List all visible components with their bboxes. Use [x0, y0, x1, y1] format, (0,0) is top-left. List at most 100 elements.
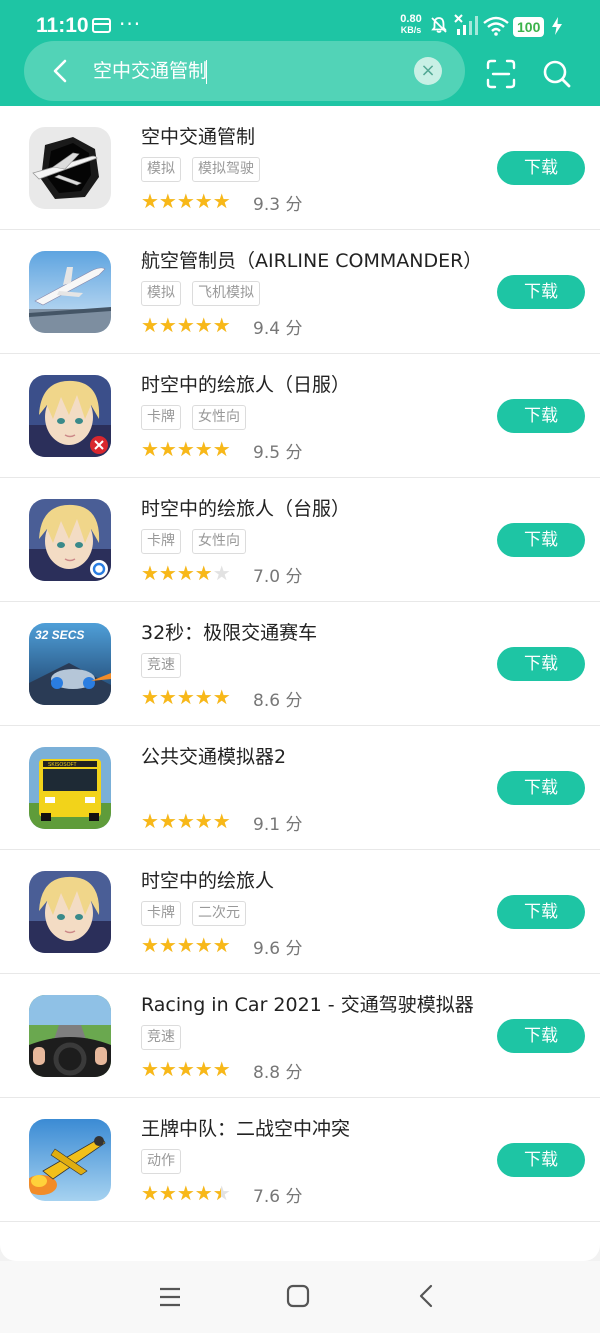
- list-item[interactable]: 航空管制员（AIRLINE COMMANDER） 模拟 飞机模拟 ★★★★★ ★…: [0, 230, 600, 354]
- app-rating: ★★★★★ ★★★★★ 7.0 分: [141, 562, 302, 587]
- list-item[interactable]: SKISOSOFT 公共交通模拟器2 ★★★★★ ★★★★★ 9.1 分 下载: [0, 726, 600, 850]
- star-rating: ★★★★★ ★★★★★: [141, 562, 241, 584]
- app-tag[interactable]: 模拟: [141, 281, 181, 306]
- app-icon-bus-simulator[interactable]: SKISOSOFT: [29, 747, 111, 829]
- app-score: 9.1 分: [253, 814, 303, 835]
- app-tag[interactable]: 模拟驾驶: [192, 157, 260, 182]
- search-input[interactable]: 空中交通管制: [93, 57, 207, 85]
- app-tags: 竞速: [141, 653, 181, 679]
- star-rating-filled: ★★★★★: [141, 686, 231, 708]
- star-rating-filled: ★★★★★: [141, 562, 211, 584]
- app-rating: ★★★★★ ★★★★★ 9.6 分: [141, 934, 303, 959]
- app-tag[interactable]: 飞机模拟: [192, 281, 260, 306]
- network-speed-value: 0.80: [400, 13, 422, 25]
- download-button[interactable]: 下载: [497, 1143, 585, 1177]
- app-tag[interactable]: 二次元: [192, 901, 246, 926]
- app-icon-ace-squadron[interactable]: [29, 1119, 111, 1201]
- app-name[interactable]: Racing in Car 2021 - 交通驾驶模拟器: [141, 990, 474, 1017]
- download-button[interactable]: 下载: [497, 771, 585, 805]
- star-rating: ★★★★★ ★★★★★: [141, 934, 241, 956]
- app-icon-air-traffic-control[interactable]: [29, 127, 111, 209]
- list-item[interactable]: 王牌中队：二战空中冲突 动作 ★★★★★ ★★★★★ 7.6 分 下载: [0, 1098, 600, 1222]
- app-score: 8.8 分: [253, 1062, 303, 1083]
- app-tag[interactable]: 卡牌: [141, 901, 181, 926]
- app-score: 9.5 分: [253, 442, 303, 463]
- app-tag[interactable]: 女性向: [192, 529, 246, 554]
- app-tag[interactable]: 模拟: [141, 157, 181, 182]
- star-rating: ★★★★★ ★★★★★: [141, 1058, 241, 1080]
- list-item[interactable]: 空中交通管制 模拟 模拟驾驶 ★★★★★ ★★★★★ 9.3 分 下载: [0, 106, 600, 230]
- star-rating-filled: ★★★★★: [141, 1182, 221, 1204]
- app-rating: ★★★★★ ★★★★★ 9.3 分: [141, 190, 302, 215]
- app-rating: ★★★★★ ★★★★★ 8.8 分: [141, 1058, 303, 1083]
- app-tag[interactable]: 女性向: [192, 405, 246, 430]
- app-icon-anime-character-tw[interactable]: [29, 499, 111, 581]
- app-icon-anime-character[interactable]: [29, 871, 111, 953]
- app-tag[interactable]: 卡牌: [141, 405, 181, 430]
- list-item[interactable]: Racing in Car 2021 - 交通驾驶模拟器 竞速 ★★★★★ ★★…: [0, 974, 600, 1098]
- app-name[interactable]: 32秒：极限交通赛车: [141, 618, 317, 645]
- star-rating: ★★★★★ ★★★★★: [141, 190, 241, 212]
- app-icon-32-secs[interactable]: 32 SECS: [29, 623, 111, 705]
- app-tags: 动作: [141, 1149, 181, 1175]
- search-icon[interactable]: [541, 58, 573, 90]
- app-name[interactable]: 时空中的绘旅人（日服）: [141, 370, 350, 397]
- app-icon-racing-in-car[interactable]: [29, 995, 111, 1077]
- star-rating-filled: ★★★★★: [141, 1058, 231, 1080]
- system-back-icon[interactable]: [414, 1283, 440, 1309]
- status-time: 11:10: [36, 14, 89, 37]
- app-icon-anime-character-jp[interactable]: [29, 375, 111, 457]
- app-tags: 模拟 模拟驾驶: [141, 157, 260, 183]
- app-tag[interactable]: 竞速: [141, 653, 181, 678]
- download-button[interactable]: 下载: [497, 399, 585, 433]
- download-button[interactable]: 下载: [497, 275, 585, 309]
- app-name[interactable]: 空中交通管制: [141, 122, 255, 149]
- app-score: 9.6 分: [253, 938, 303, 959]
- app-name[interactable]: 王牌中队：二战空中冲突: [141, 1114, 350, 1141]
- battery-level: 100: [513, 17, 545, 37]
- bus-sign-text: SKISOSOFT: [48, 762, 77, 768]
- list-item[interactable]: 时空中的绘旅人（日服） 卡牌 女性向 ★★★★★ ★★★★★ 9.5 分 下载: [0, 354, 600, 478]
- home-icon[interactable]: [285, 1283, 311, 1309]
- download-button[interactable]: 下载: [497, 1019, 585, 1053]
- app-tag[interactable]: 竞速: [141, 1025, 181, 1050]
- download-button[interactable]: 下载: [497, 151, 585, 185]
- star-rating: ★★★★★ ★★★★★: [141, 438, 241, 460]
- search-bar[interactable]: 空中交通管制 ×: [24, 41, 465, 101]
- app-name[interactable]: 时空中的绘旅人（台服）: [141, 494, 350, 521]
- app-tags: 卡牌 二次元: [141, 901, 246, 927]
- app-tags: 卡牌 女性向: [141, 405, 246, 431]
- back-arrow-icon[interactable]: [46, 56, 76, 86]
- search-results-list: 空中交通管制 模拟 模拟驾驶 ★★★★★ ★★★★★ 9.3 分 下载 航空管制…: [0, 106, 600, 1261]
- wifi-icon: [483, 16, 509, 36]
- app-name[interactable]: 时空中的绘旅人: [141, 866, 274, 893]
- scan-icon[interactable]: [485, 58, 517, 90]
- list-item[interactable]: 32 SECS 32秒：极限交通赛车 竞速 ★★★★★ ★★★★★ 8.6 分 …: [0, 602, 600, 726]
- app-tag[interactable]: 动作: [141, 1149, 181, 1174]
- app-score: 8.6 分: [253, 690, 303, 711]
- download-button[interactable]: 下载: [497, 647, 585, 681]
- star-rating-filled: ★★★★★: [141, 190, 231, 212]
- list-item[interactable]: 时空中的绘旅人 卡牌 二次元 ★★★★★ ★★★★★ 9.6 分 下载: [0, 850, 600, 974]
- app-rating: ★★★★★ ★★★★★ 9.4 分: [141, 314, 302, 339]
- app-name[interactable]: 航空管制员（AIRLINE COMMANDER）: [141, 246, 482, 273]
- signal-icon: [454, 14, 478, 35]
- list-item[interactable]: 时空中的绘旅人（台服） 卡牌 女性向 ★★★★★ ★★★★★ 7.0 分 下载: [0, 478, 600, 602]
- recent-apps-icon[interactable]: [158, 1285, 182, 1309]
- mute-bell-icon: [431, 17, 447, 33]
- app-rating: ★★★★★ ★★★★★ 8.6 分: [141, 686, 303, 711]
- app-score: 7.6 分: [253, 1186, 303, 1207]
- download-button[interactable]: 下载: [497, 895, 585, 929]
- app-tags: 竞速: [141, 1025, 181, 1051]
- app-icon-airline-commander[interactable]: [29, 251, 111, 333]
- system-navigation-bar: [0, 1261, 600, 1333]
- app-tag[interactable]: 卡牌: [141, 529, 181, 554]
- app-name[interactable]: 公共交通模拟器2: [141, 742, 286, 769]
- star-rating-filled: ★★★★★: [141, 810, 231, 832]
- download-button[interactable]: 下载: [497, 523, 585, 557]
- app-tags: 模拟 飞机模拟: [141, 281, 260, 307]
- clear-search-button[interactable]: ×: [414, 57, 442, 85]
- header: 11:10 ··· 0.80 KB/s 100 空中交通管制 ×: [0, 0, 600, 106]
- star-rating-filled: ★★★★★: [141, 934, 231, 956]
- star-rating-filled: ★★★★★: [141, 314, 231, 336]
